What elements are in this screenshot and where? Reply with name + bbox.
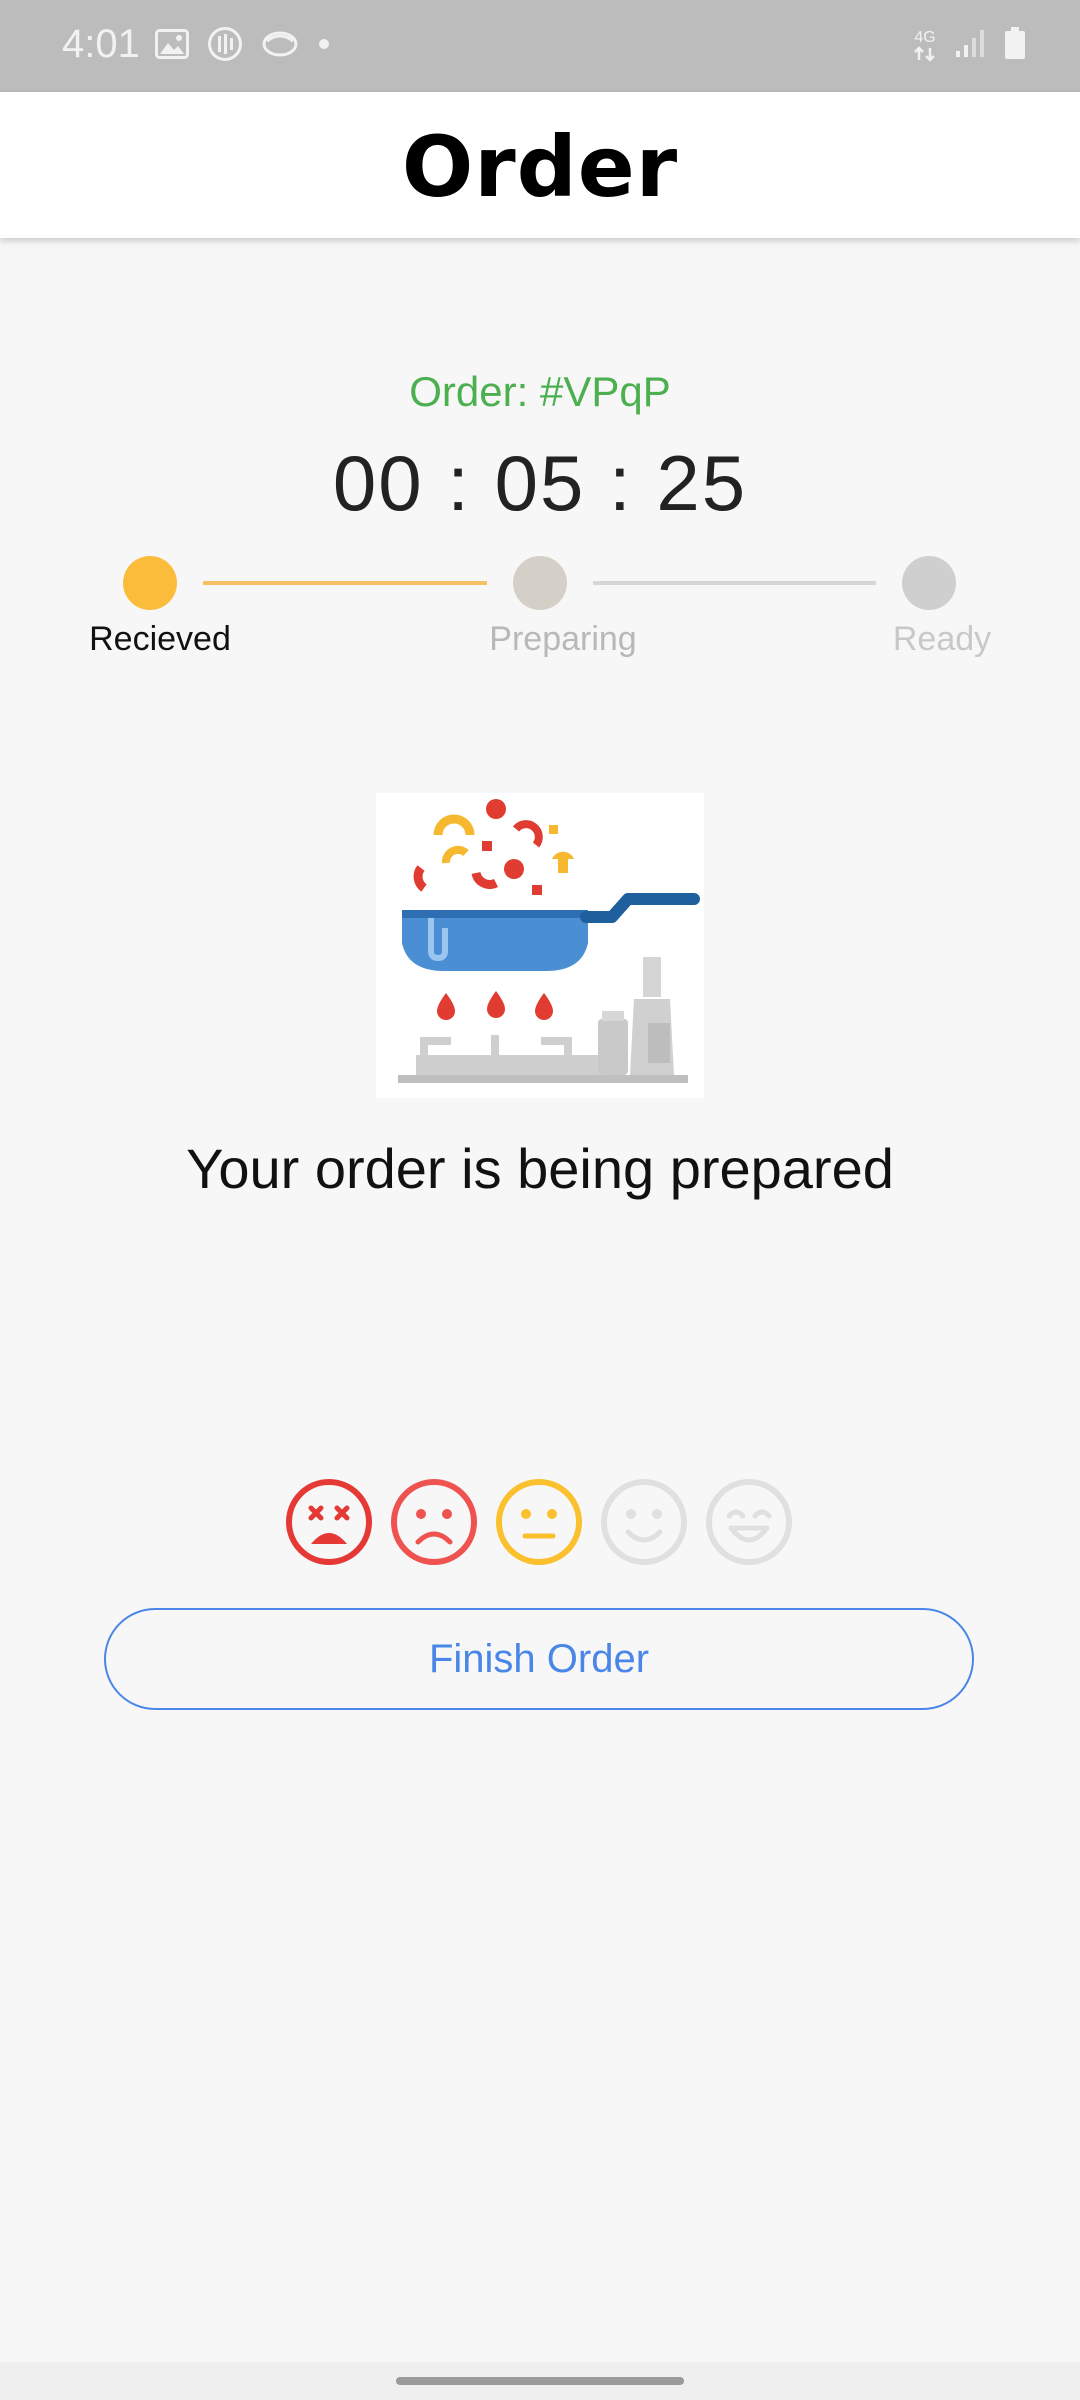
- step-dot-received: [123, 556, 177, 610]
- status-bar: 4:01 4G: [0, 0, 1080, 92]
- battery-icon: [1004, 26, 1026, 65]
- network-4g-icon: 4G: [914, 28, 936, 62]
- app-bar: Order: [0, 92, 1080, 238]
- very-satisfied-icon[interactable]: [705, 1478, 793, 1566]
- page-title: Order: [401, 118, 679, 216]
- order-id-label: Order: #VPqP: [409, 368, 671, 415]
- order-status-message: Your order is being prepared: [186, 1137, 894, 1200]
- step-connector-received-preparing: [203, 581, 487, 585]
- step-connector-preparing-ready: [593, 581, 876, 585]
- finish-order-button[interactable]: Finish Order: [104, 1608, 974, 1710]
- neutral-icon[interactable]: [495, 1478, 583, 1566]
- system-navigation-bar: [0, 2362, 1080, 2400]
- status-left-icons: [155, 26, 331, 67]
- image-icon: [155, 29, 189, 64]
- step-dot-preparing: [513, 556, 567, 610]
- step-label-received: Recieved: [89, 620, 231, 658]
- network-type-label: 4G: [914, 28, 936, 46]
- signal-icon: [954, 27, 986, 64]
- very-dissatisfied-icon[interactable]: [285, 1478, 373, 1566]
- dissatisfied-icon[interactable]: [390, 1478, 478, 1566]
- step-label-preparing: Preparing: [489, 620, 637, 658]
- rating-selector: [285, 1478, 793, 1566]
- dot-icon: [317, 37, 331, 56]
- step-dot-ready: [902, 556, 956, 610]
- status-right-icons: 4G: [914, 26, 1026, 65]
- cooking-pan-on-stove-icon: [376, 793, 704, 1098]
- status-time: 4:01: [62, 22, 140, 66]
- podcast-icon: [207, 26, 243, 67]
- order-timer: 00 : 05 : 25: [332, 439, 748, 527]
- home-gesture-handle[interactable]: [396, 2377, 684, 2385]
- satisfied-icon[interactable]: [600, 1478, 688, 1566]
- step-label-ready: Ready: [892, 620, 992, 658]
- app-icon: [261, 29, 299, 64]
